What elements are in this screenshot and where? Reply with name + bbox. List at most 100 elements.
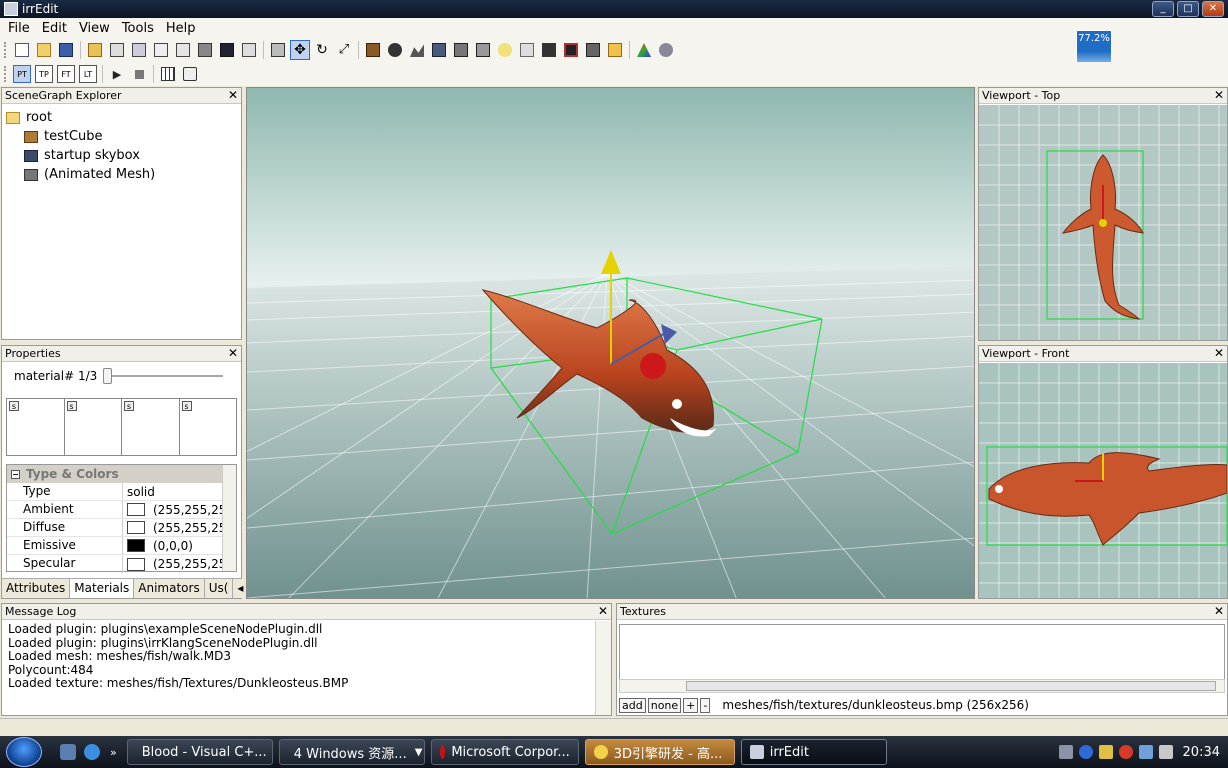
menu-view[interactable]: View [73, 21, 116, 36]
clock[interactable]: 20:34 [1183, 745, 1220, 760]
view-left-button[interactable]: LT [79, 65, 97, 83]
tree-item-testcube[interactable]: testCube [6, 127, 237, 146]
minimize-button[interactable]: _ [1152, 1, 1174, 17]
add-octree-icon[interactable] [451, 40, 471, 60]
image-icon[interactable] [195, 40, 215, 60]
add-camera-icon[interactable] [539, 40, 559, 60]
scale-icon[interactable]: ⤢ [334, 40, 354, 60]
list-icon[interactable] [173, 40, 193, 60]
menu-tools[interactable]: Tools [116, 21, 160, 36]
show-desktop-icon[interactable] [60, 744, 76, 760]
keyboard-icon[interactable] [1058, 745, 1073, 759]
viewport-front[interactable] [979, 363, 1227, 598]
color-swatch[interactable] [127, 557, 145, 571]
tree-item-skybox[interactable]: startup skybox [6, 146, 237, 165]
security-icon[interactable] [1118, 745, 1133, 759]
textures-close-icon[interactable]: ✕ [1214, 604, 1224, 619]
property-value[interactable]: (255,255,25 [153, 503, 226, 517]
texture-slot[interactable]: s [122, 399, 180, 455]
add-terrain-icon[interactable] [407, 40, 427, 60]
close-button[interactable]: ✕ [1202, 1, 1224, 17]
scrollbar-thumb[interactable] [686, 681, 1216, 691]
monitor-icon[interactable] [217, 40, 237, 60]
view-front-button[interactable]: FT [57, 65, 75, 83]
chat-tray-icon[interactable] [1098, 745, 1113, 759]
tab-animators[interactable]: Animators [134, 579, 205, 598]
select-icon[interactable] [268, 40, 288, 60]
color-swatch[interactable] [127, 539, 145, 552]
quick-launch-more-icon[interactable]: » [110, 746, 117, 759]
material-icon[interactable] [634, 40, 654, 60]
property-row[interactable]: Type solid [7, 483, 236, 501]
add-cube-icon[interactable] [363, 40, 383, 60]
viewport-top[interactable] [979, 105, 1227, 340]
view-top-button[interactable]: TP [35, 65, 53, 83]
perspective-viewport[interactable] [246, 87, 975, 599]
add-sphere-icon[interactable] [385, 40, 405, 60]
slot-label[interactable]: s [9, 401, 19, 411]
volume-icon[interactable] [1158, 745, 1173, 759]
open-icon[interactable] [34, 40, 54, 60]
tab-attributes[interactable]: Attributes [2, 579, 71, 598]
network-icon[interactable] [1138, 745, 1153, 759]
tab-user[interactable]: Us( [204, 579, 234, 598]
property-row[interactable]: Ambient (255,255,25 [7, 501, 236, 519]
toolbar-grip[interactable] [4, 42, 7, 58]
material-slider[interactable] [103, 368, 224, 384]
slot-label[interactable]: s [124, 401, 134, 411]
collapse-icon[interactable]: − [11, 469, 20, 479]
menu-help[interactable]: Help [160, 21, 202, 36]
slot-label[interactable]: s [66, 401, 77, 411]
property-value[interactable]: (255,255,25 [153, 557, 226, 571]
texture-slot[interactable]: s [180, 399, 237, 455]
tab-materials[interactable]: Materials [70, 579, 135, 598]
property-row[interactable]: Specular (255,255,25 [7, 555, 236, 573]
add-sound-icon[interactable] [605, 40, 625, 60]
add-light-icon[interactable] [495, 40, 515, 60]
task-button-visual-c[interactable]: Blood - Visual C+... [126, 739, 273, 765]
slot-label[interactable]: s [181, 401, 192, 411]
new-icon[interactable] [12, 40, 32, 60]
export-icon[interactable] [239, 40, 259, 60]
increase-button[interactable]: + [683, 697, 699, 713]
move-icon[interactable]: ✥ [290, 40, 310, 60]
decrease-button[interactable]: - [700, 697, 711, 713]
menu-edit[interactable]: Edit [36, 21, 73, 36]
property-section-header[interactable]: − Type & Colors [7, 465, 236, 483]
screenshot-icon[interactable] [180, 64, 200, 84]
open-folder-icon[interactable] [85, 40, 105, 60]
view-perspective-button[interactable]: PT [13, 65, 31, 83]
viewport-top-close-icon[interactable]: ✕ [1214, 88, 1224, 103]
color-swatch[interactable] [127, 521, 145, 534]
texture-list-scrollbar[interactable] [619, 679, 1225, 693]
texture-slot[interactable]: s [65, 399, 122, 455]
property-row[interactable]: Emissive (0,0,0) [7, 537, 236, 555]
scene-icon[interactable] [107, 40, 127, 60]
play-icon[interactable]: ▶ [107, 64, 127, 84]
task-button-explorer[interactable]: 4 Windows 资源... ▼ [278, 739, 425, 765]
texture-list[interactable] [619, 624, 1225, 684]
property-value[interactable]: (255,255,25 [153, 521, 226, 535]
message-log-close-icon[interactable]: ✕ [598, 604, 608, 619]
add-mesh-icon[interactable] [473, 40, 493, 60]
add-billboard-icon[interactable] [517, 40, 537, 60]
start-button[interactable] [6, 737, 42, 767]
menu-file[interactable]: File [2, 21, 36, 36]
grid-icon[interactable] [158, 64, 178, 84]
add-water-icon[interactable] [583, 40, 603, 60]
window-icon[interactable] [151, 40, 171, 60]
property-value[interactable]: solid [127, 485, 155, 499]
properties-close-icon[interactable]: ✕ [228, 346, 238, 361]
viewport-front-close-icon[interactable]: ✕ [1214, 346, 1224, 361]
help-icon[interactable] [1078, 745, 1093, 759]
task-button-microsoft[interactable]: Microsoft Corpor... [430, 739, 579, 765]
property-value[interactable]: (0,0,0) [153, 539, 193, 553]
stop-icon[interactable] [129, 64, 149, 84]
texture-icon[interactable] [656, 40, 676, 60]
save-icon[interactable] [56, 40, 76, 60]
tree-item-animated-mesh[interactable]: (Animated Mesh) [6, 165, 237, 184]
add-particle-icon[interactable] [561, 40, 581, 60]
maximize-button[interactable]: □ [1177, 1, 1199, 17]
message-log-scrollbar[interactable] [595, 621, 611, 715]
browser-icon[interactable] [84, 744, 100, 760]
